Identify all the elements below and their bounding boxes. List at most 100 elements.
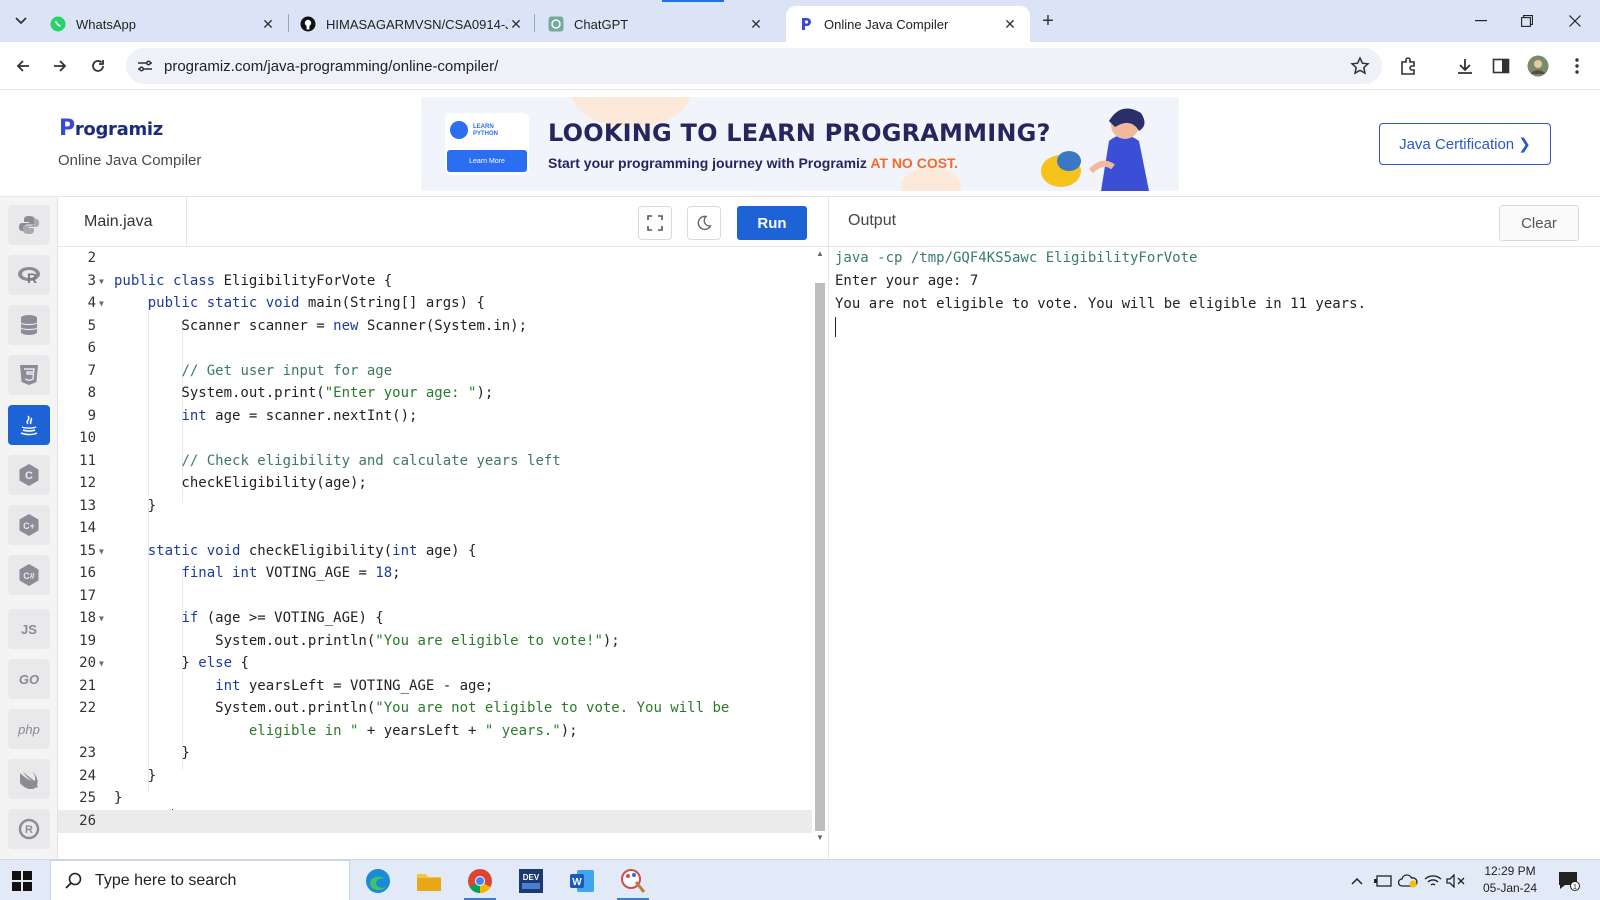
reload-button[interactable] — [84, 52, 112, 80]
scroll-down-arrow-icon[interactable]: ▼ — [815, 833, 825, 842]
code-line[interactable]: 2 — [58, 247, 812, 270]
sql-database-icon[interactable] — [8, 305, 50, 345]
code-line[interactable]: 12 checkEligibility(age); — [58, 472, 812, 495]
fold-toggle-icon[interactable]: ▼ — [99, 540, 104, 563]
back-button[interactable] — [9, 52, 37, 80]
onedrive-warning-icon[interactable] — [1398, 871, 1418, 891]
forward-button[interactable] — [46, 52, 74, 80]
taskbar-clock[interactable]: 12:29 PM 05-Jan-24 — [1476, 863, 1544, 897]
code-line[interactable]: 25} — [58, 787, 812, 810]
code-line[interactable]: 16 final int VOTING_AGE = 18; — [58, 562, 812, 585]
dark-mode-toggle[interactable] — [687, 206, 721, 240]
tab-chatgpt[interactable]: ChatGPT ✕ — [536, 6, 776, 42]
cpp-icon[interactable]: C+ — [8, 505, 50, 545]
bookmark-star-icon[interactable] — [1350, 56, 1370, 76]
code-line[interactable]: 11 // Check eligibility and calculate ye… — [58, 450, 812, 473]
code-line[interactable]: 24 } — [58, 765, 812, 788]
code-line[interactable]: 6 — [58, 337, 812, 360]
paint-app-icon[interactable] — [613, 864, 653, 900]
fold-toggle-icon[interactable]: ▼ — [99, 607, 104, 630]
ad-banner[interactable]: LEARN PYTHON Learn More LOOKING TO LEARN… — [421, 97, 1179, 191]
code-line[interactable]: 10 — [58, 427, 812, 450]
code-line[interactable]: 22 System.out.println("You are not eligi… — [58, 697, 812, 720]
code-line[interactable]: 14 — [58, 517, 812, 540]
swift-icon[interactable] — [8, 759, 50, 799]
code-line[interactable]: 7 // Get user input for age — [58, 360, 812, 383]
run-button[interactable]: Run — [737, 206, 807, 240]
tab-whatsapp[interactable]: WhatsApp ✕ — [38, 6, 288, 42]
close-tab-icon[interactable]: ✕ — [748, 16, 764, 33]
tab-search-dropdown[interactable] — [8, 8, 34, 34]
extensions-icon[interactable] — [1398, 55, 1420, 77]
word-app-icon[interactable]: W — [562, 864, 602, 898]
battery-icon[interactable] — [1374, 871, 1392, 891]
code-line[interactable]: 13 } — [58, 495, 812, 518]
csharp-icon[interactable]: C# — [8, 555, 50, 595]
javascript-icon[interactable]: JS — [8, 609, 50, 649]
code-line[interactable]: 4 ▼ public static void main(String[] args… — [58, 292, 812, 315]
code-line[interactable]: 26 — [58, 809, 812, 833]
fold-toggle-icon[interactable]: ▼ — [99, 292, 104, 315]
address-bar[interactable]: programiz.com/java-programming/online-co… — [126, 48, 1382, 84]
code-line[interactable]: 17 — [58, 585, 812, 608]
go-icon[interactable]: GO — [8, 659, 50, 699]
browser-menu-icon[interactable] — [1566, 55, 1588, 77]
editor-scrollbar[interactable]: ▲ ▼ — [813, 247, 827, 847]
php-icon[interactable]: php — [8, 709, 50, 749]
r-icon[interactable]: R — [8, 255, 50, 295]
programiz-logo[interactable]: Programiz — [59, 116, 163, 141]
file-explorer-icon[interactable] — [409, 864, 449, 898]
taskbar-search-box[interactable]: Type here to search — [50, 860, 350, 900]
download-icon[interactable] — [1454, 55, 1476, 77]
html-icon[interactable] — [8, 355, 50, 395]
minimize-button[interactable] — [1458, 8, 1504, 34]
output-console[interactable]: java -cp /tmp/GQF4KS5awc EligibilityForV… — [828, 247, 1600, 859]
close-window-button[interactable] — [1552, 8, 1598, 34]
rust-icon[interactable]: R — [8, 809, 50, 849]
fullscreen-button[interactable] — [638, 206, 672, 240]
code-line[interactable]: 8 System.out.print("Enter your age: "); — [58, 382, 812, 405]
tab-github[interactable]: HIMASAGARMVSN/CSA0914-J/ ✕ — [288, 6, 536, 42]
line-number: 23 — [79, 745, 96, 761]
restore-button[interactable] — [1504, 8, 1550, 34]
python-icon[interactable] — [8, 205, 50, 245]
speaker-muted-icon[interactable] — [1446, 871, 1466, 891]
code-line[interactable]: 5 Scanner scanner = new Scanner(System.i… — [58, 315, 812, 338]
fold-toggle-icon[interactable]: ▼ — [99, 270, 104, 293]
code-line[interactable]: 15 ▼ static void checkEligibility(int age… — [58, 540, 812, 563]
code-editor[interactable]: 2 3 ▼ public class EligibilityForVote {4 ▼ p… — [58, 247, 812, 859]
c-icon[interactable]: C — [8, 455, 50, 495]
side-panel-icon[interactable] — [1490, 55, 1512, 77]
code-line[interactable]: 3 ▼ public class EligibilityForVote { — [58, 270, 812, 293]
profile-avatar[interactable] — [1527, 55, 1549, 77]
learn-more-button[interactable]: Learn More — [447, 150, 527, 172]
tab-online-java-compiler[interactable]: Online Java Compiler ✕ — [786, 6, 1030, 42]
site-info-icon[interactable] — [136, 57, 154, 75]
edge-app-icon[interactable] — [358, 864, 398, 898]
java-certification-button[interactable]: Java Certification ❯ — [1379, 123, 1551, 165]
show-hidden-icons-chevron[interactable] — [1350, 871, 1364, 891]
code-text: int age = scanner.nextInt(); — [181, 407, 418, 424]
clear-button[interactable]: Clear — [1499, 205, 1579, 241]
code-line[interactable]: 23 } — [58, 742, 812, 765]
file-tab-main-java[interactable]: Main.java — [58, 197, 187, 247]
close-tab-icon[interactable]: ✕ — [508, 16, 524, 33]
close-tab-icon[interactable]: ✕ — [260, 16, 276, 33]
new-tab-button[interactable]: + — [1036, 9, 1060, 33]
code-line[interactable]: 9 int age = scanner.nextInt(); — [58, 405, 812, 428]
close-tab-icon[interactable]: ✕ — [1002, 16, 1018, 33]
windows-start-button[interactable] — [12, 871, 32, 891]
code-line[interactable]: eligible in " + yearsLeft + " years."); — [58, 720, 812, 743]
fold-toggle-icon[interactable]: ▼ — [99, 652, 104, 675]
dev-cpp-icon[interactable]: DEV — [511, 864, 551, 898]
scroll-up-arrow-icon[interactable]: ▲ — [815, 249, 825, 258]
notifications-icon[interactable]: 1 — [1556, 868, 1582, 894]
java-icon[interactable] — [8, 405, 50, 445]
scrollbar-thumb[interactable] — [815, 283, 825, 831]
code-line[interactable]: 21 int yearsLeft = VOTING_AGE - age; — [58, 675, 812, 698]
code-line[interactable]: 19 System.out.println("You are eligible … — [58, 630, 812, 653]
code-line[interactable]: 18 ▼ if (age >= VOTING_AGE) { — [58, 607, 812, 630]
code-line[interactable]: 20 ▼ } else { — [58, 652, 812, 675]
wifi-icon[interactable] — [1424, 871, 1442, 891]
chrome-app-icon[interactable] — [460, 864, 500, 900]
